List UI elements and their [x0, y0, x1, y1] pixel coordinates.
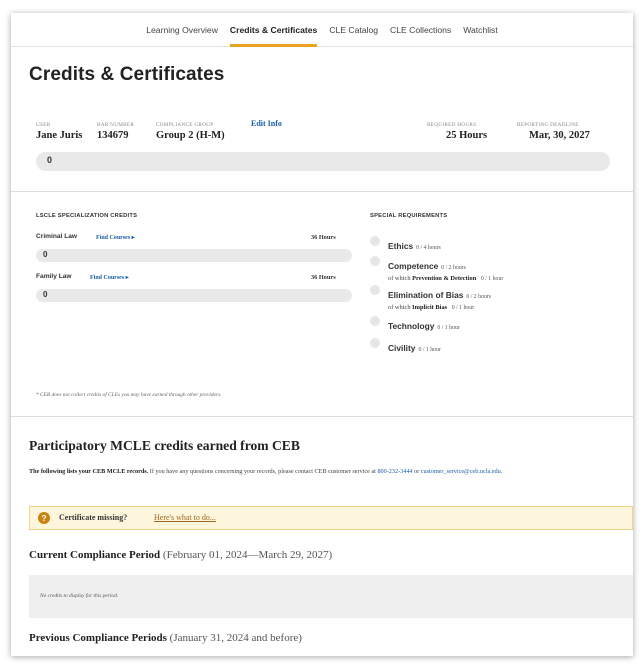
- current-period-empty-box: No credits to display for this period.: [29, 575, 633, 618]
- req-civility-amount: 0 / 1 hour: [418, 347, 441, 353]
- req-competence-amount: 0 / 2 hours: [441, 265, 466, 271]
- status-circle-icon: [370, 338, 380, 348]
- sub-prefix: of which: [388, 304, 411, 311]
- status-circle-icon: [370, 285, 380, 295]
- tab-bar: Learning Overview Credits & Certificates…: [11, 13, 633, 47]
- reporting-deadline-label: REPORTING DEADLINE: [517, 122, 579, 128]
- reporting-deadline-value: Mar, 30, 2027: [529, 130, 590, 141]
- footnote: * CEB does not collect credits of CLEs y…: [36, 392, 222, 398]
- current-period-range: (February 01, 2024—March 29, 2027): [160, 549, 333, 561]
- user-label: USER: [36, 122, 51, 128]
- current-period-heading: Current Compliance Period (February 01, …: [29, 549, 332, 561]
- req-technology: Technology 0 / 1 hour: [370, 316, 460, 334]
- family-law-progress-bar: 0: [36, 289, 352, 302]
- total-progress-bar: 0: [36, 152, 610, 171]
- req-competence-sub-amount: 0 / 1 hour: [480, 276, 504, 282]
- criminal-law-hours: 36 Hours: [311, 234, 336, 241]
- empty-message: No credits to display for this period.: [40, 593, 119, 599]
- status-circle-icon: [370, 316, 380, 326]
- req-bias-sub-name: Implicit Bias: [412, 304, 448, 311]
- family-law-find-courses-link[interactable]: Find Courses ▸: [90, 274, 129, 281]
- tab-cle-catalog[interactable]: CLE Catalog: [323, 13, 384, 47]
- req-civility-name: Civility: [388, 343, 416, 353]
- question-icon: ?: [38, 512, 50, 524]
- req-technology-name: Technology: [388, 321, 435, 331]
- req-elimination-of-bias: Elimination of Bias 0 / 2 hours of which …: [370, 285, 491, 311]
- certificate-missing-alert: ? Certificate missing? Here's what to do…: [29, 506, 633, 530]
- intro-text: If you have any questions concerning you…: [148, 468, 378, 475]
- or-text: or: [412, 468, 421, 475]
- family-law-hours: 36 Hours: [311, 274, 336, 281]
- req-ethics-amount: 0 / 4 hours: [416, 245, 441, 251]
- criminal-law-find-courses-link[interactable]: Find Courses ▸: [96, 234, 135, 241]
- tab-credits-certificates[interactable]: Credits & Certificates: [224, 13, 323, 47]
- family-law-label: Family Law: [36, 273, 72, 280]
- page-title: Credits & Certificates: [29, 64, 225, 85]
- criminal-law-progress-bar: 0: [36, 249, 352, 262]
- previous-period-heading[interactable]: Previous Compliance Periods (January 31,…: [29, 632, 302, 644]
- previous-period-range: (January 31, 2024 and before): [166, 632, 302, 644]
- req-ethics: Ethics 0 / 4 hours: [370, 236, 441, 254]
- tab-watchlist[interactable]: Watchlist: [457, 13, 504, 47]
- family-law-progress-value: 0: [43, 290, 48, 299]
- total-progress-value: 0: [47, 155, 53, 165]
- special-requirements-heading: SPECIAL REQUIREMENTS: [370, 213, 448, 219]
- sub-prefix: of which: [388, 275, 411, 282]
- edit-info-link[interactable]: Edit Info: [251, 119, 282, 128]
- req-bias-sub-amount: 0 / 1 hour: [451, 305, 475, 311]
- req-civility: Civility 0 / 1 hour: [370, 338, 441, 356]
- req-competence-name: Competence: [388, 261, 439, 271]
- intro-bold-text: The following lists your CEB MCLE record…: [29, 468, 149, 475]
- req-ethics-name: Ethics: [388, 241, 414, 251]
- alert-title: Certificate missing?: [59, 513, 128, 522]
- alert-help-link[interactable]: Here's what to do...: [154, 513, 216, 522]
- participatory-title: Participatory MCLE credits earned from C…: [29, 438, 300, 453]
- req-bias-name: Elimination of Bias: [388, 290, 464, 300]
- tab-learning-overview[interactable]: Learning Overview: [140, 13, 224, 47]
- req-competence: Competence 0 / 2 hours of which Preventio…: [370, 256, 503, 282]
- required-hours-label: REQUIRED HOURS: [427, 122, 477, 128]
- req-bias-amount: 0 / 2 hours: [466, 294, 492, 300]
- email-link[interactable]: customer_service@ceb.ucla.edu: [421, 468, 501, 475]
- previous-period-label: Previous Compliance Periods: [29, 632, 167, 644]
- compliance-group-label: COMPLIANCE GROUP: [156, 122, 214, 128]
- req-technology-amount: 0 / 1 hour: [437, 325, 460, 331]
- app-frame: Learning Overview Credits & Certificates…: [11, 13, 633, 656]
- criminal-law-label: Criminal Law: [36, 233, 78, 240]
- phone-link[interactable]: 800-232-3444: [377, 468, 412, 475]
- current-period-label: Current Compliance Period: [29, 549, 161, 561]
- specialization-heading: LSCLE SPECIALIZATION CREDITS: [36, 213, 138, 219]
- bar-number-value: 134679: [97, 130, 129, 141]
- status-circle-icon: [370, 256, 380, 266]
- criminal-law-progress-value: 0: [43, 250, 48, 259]
- participatory-intro: The following lists your CEB MCLE record…: [29, 465, 619, 479]
- req-competence-sub-name: Prevention & Detection: [412, 275, 477, 282]
- user-value: Jane Juris: [36, 130, 83, 141]
- end-text: .: [500, 468, 503, 475]
- status-circle-icon: [370, 236, 380, 246]
- divider: [11, 416, 633, 417]
- tab-cle-collections[interactable]: CLE Collections: [384, 13, 457, 47]
- divider: [11, 191, 633, 192]
- compliance-group-value: Group 2 (H-M): [156, 130, 225, 141]
- bar-number-label: BAR NUMBER: [97, 122, 135, 128]
- required-hours-value: 25 Hours: [446, 130, 488, 141]
